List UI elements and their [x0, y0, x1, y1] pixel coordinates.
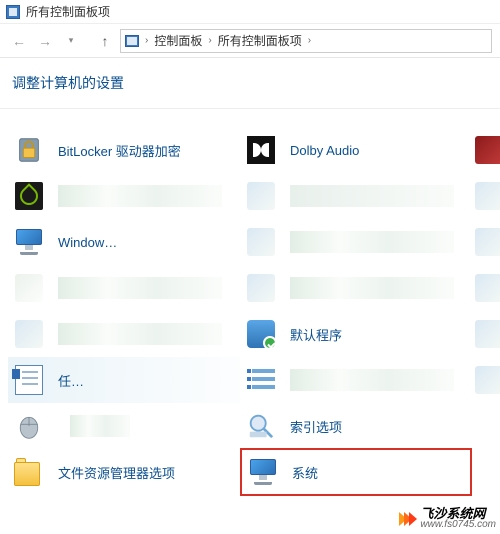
dropdown-history-button[interactable]: ▾ [60, 30, 82, 52]
item-blurred[interactable] [472, 357, 492, 403]
item-dolby[interactable]: Dolby Audio [240, 127, 472, 173]
control-panel-mini-icon [125, 35, 139, 47]
breadcrumb-item[interactable]: 控制面板 [154, 32, 202, 49]
blurred-label [58, 185, 222, 207]
control-panel-icon [6, 5, 20, 19]
items-grid: BitLocker 驱动器加密 Dolby Audio Window… [0, 127, 500, 496]
address-bar[interactable]: › 控制面板 › 所有控制面板项 › [120, 29, 492, 53]
item-blurred[interactable] [472, 173, 492, 219]
blurred-label [58, 323, 222, 345]
dolby-icon [244, 133, 278, 167]
chevron-right-icon: › [306, 35, 313, 46]
generic-icon [472, 317, 500, 351]
blurred-label [290, 277, 454, 299]
item-label: Window… [58, 235, 117, 250]
blurred-label [290, 185, 454, 207]
item-label: 索引选项 [290, 417, 342, 436]
nvidia-icon [12, 179, 46, 213]
item-blurred[interactable] [240, 265, 472, 311]
item-tasks[interactable]: 任… [8, 357, 240, 403]
item-blurred[interactable] [8, 265, 240, 311]
item-mouse[interactable] [8, 403, 240, 449]
item-blurred[interactable] [472, 403, 492, 449]
title-bar: 所有控制面板项 [0, 0, 500, 24]
generic-icon [472, 363, 500, 397]
red-shield-icon [472, 133, 500, 167]
generic-icon [244, 271, 278, 305]
item-blurred[interactable] [240, 219, 472, 265]
blurred-label [290, 369, 454, 391]
mouse-icon [12, 409, 46, 443]
chevron-right-icon: › [206, 35, 213, 46]
item-nvidia[interactable] [8, 173, 240, 219]
watermark-url: www.fs0745.com [420, 520, 496, 530]
item-windows[interactable]: Window… [8, 219, 240, 265]
item-label: 文件资源管理器选项 [58, 463, 175, 482]
check-icon [244, 317, 278, 351]
item-label: 任… [58, 371, 84, 390]
generic-icon [472, 271, 500, 305]
item-blurred[interactable] [472, 311, 492, 357]
item-indexing[interactable]: 索引选项 [240, 403, 472, 449]
watermark: 飞沙系统网 www.fs0745.com [399, 507, 496, 530]
up-button[interactable]: ↑ [94, 30, 116, 52]
page-title: 调整计算机的设置 [0, 58, 500, 108]
blurred-label [290, 231, 454, 253]
watermark-logo [399, 512, 414, 526]
blurred-label [58, 277, 222, 299]
item-label: 默认程序 [290, 325, 342, 344]
lock-icon [12, 133, 46, 167]
forward-button[interactable]: → [34, 30, 56, 52]
monitor-icon [12, 225, 46, 259]
item-red[interactable] [472, 127, 492, 173]
back-button[interactable]: ← [8, 30, 30, 52]
magnifier-icon [244, 409, 278, 443]
chevron-right-icon: › [143, 35, 150, 46]
item-blurred[interactable] [240, 173, 472, 219]
window-title: 所有控制面板项 [26, 3, 110, 20]
item-label: Dolby Audio [290, 143, 359, 158]
blurred-label [70, 415, 130, 437]
checklist-icon [12, 363, 46, 397]
item-folder-options[interactable]: 文件资源管理器选项 [8, 449, 240, 495]
folder-options-icon [12, 455, 46, 489]
item-blurred[interactable] [8, 311, 240, 357]
item-label: 系统 [292, 463, 318, 482]
nav-bar: ← → ▾ ↑ › 控制面板 › 所有控制面板项 › [0, 24, 500, 58]
item-blurred[interactable] [472, 265, 492, 311]
divider [0, 108, 500, 109]
item-default-programs[interactable]: 默认程序 [240, 311, 472, 357]
item-bitlocker[interactable]: BitLocker 驱动器加密 [8, 127, 240, 173]
item-system[interactable]: 系统 [240, 448, 472, 496]
generic-icon [472, 225, 500, 259]
list-icon [244, 363, 278, 397]
generic-icon [244, 179, 278, 213]
generic-icon [12, 271, 46, 305]
breadcrumb-item[interactable]: 所有控制面板项 [218, 32, 302, 49]
generic-icon [244, 225, 278, 259]
item-blurred[interactable] [472, 219, 492, 265]
computer-icon [246, 455, 280, 489]
generic-icon [472, 179, 500, 213]
item-label: BitLocker 驱动器加密 [58, 141, 181, 160]
item-blurred[interactable] [240, 357, 472, 403]
generic-icon [12, 317, 46, 351]
